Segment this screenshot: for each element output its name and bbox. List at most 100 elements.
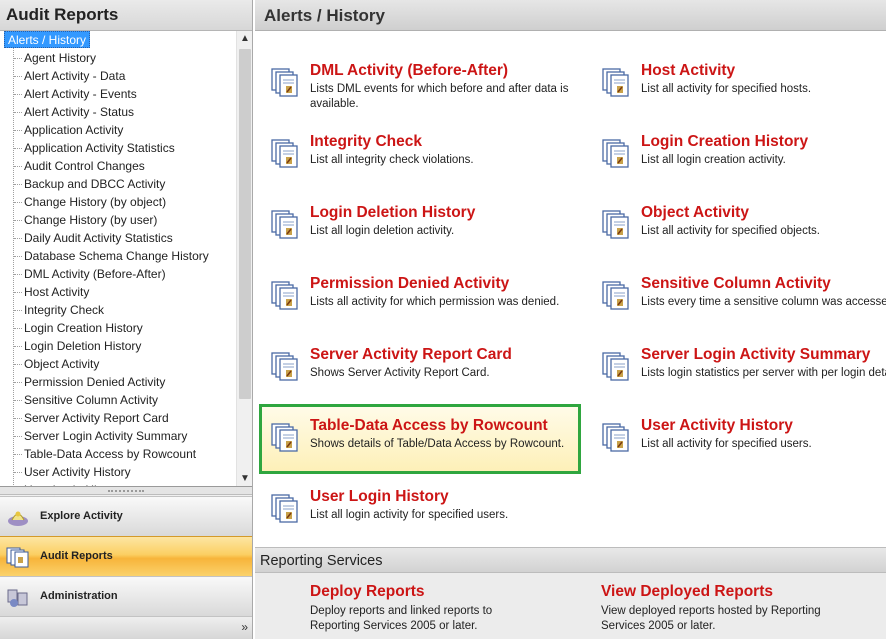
report-icon[interactable] — [270, 280, 302, 312]
tree-item[interactable]: Server Activity Report Card — [24, 409, 169, 427]
report-icon[interactable] — [270, 351, 302, 383]
report-title[interactable]: User Activity History — [641, 417, 793, 435]
tree-item[interactable]: User Activity History — [24, 463, 131, 481]
report-entry[interactable]: Host Activity List all activity for speci… — [586, 62, 886, 126]
report-description: List all login deletion activity. — [310, 225, 455, 237]
report-icon[interactable] — [601, 209, 633, 241]
tree-item[interactable]: Application Activity Statistics — [24, 139, 175, 157]
report-title[interactable]: Integrity Check — [310, 133, 422, 151]
tree-item[interactable]: Change History (by object) — [24, 193, 166, 211]
nav-administration[interactable]: Administration — [0, 576, 252, 616]
report-entry[interactable]: DML Activity (Before-After) Lists DML eve… — [255, 62, 568, 126]
report-entry[interactable]: Server Activity Report Card Shows Server … — [255, 346, 565, 410]
report-icon[interactable] — [270, 422, 302, 454]
tree-item[interactable]: Sensitive Column Activity — [24, 391, 158, 409]
report-entry[interactable]: Object Activity List all activity for spe… — [586, 204, 886, 268]
report-title[interactable]: Host Activity — [641, 62, 735, 80]
report-entry[interactable]: User Activity History List all activity f… — [586, 417, 886, 481]
report-title[interactable]: Login Creation History — [641, 133, 808, 151]
tree-root-item[interactable]: Alerts / History — [4, 31, 91, 48]
tree-item[interactable]: Object Activity — [24, 355, 99, 373]
tree-item[interactable]: Change History (by user) — [24, 211, 157, 229]
tree-connector — [14, 364, 22, 365]
tree-item[interactable]: Database Schema Change History — [24, 247, 209, 265]
chevron-double-down-icon[interactable]: » — [241, 620, 248, 634]
report-title[interactable]: Object Activity — [641, 204, 749, 222]
tree-item[interactable]: Login Deletion History — [24, 337, 141, 355]
tree-item[interactable]: Daily Audit Activity Statistics — [24, 229, 173, 247]
report-entry[interactable]: Sensitive Column Activity Lists every tim… — [586, 275, 886, 339]
report-description: List all activity for specified objects. — [641, 225, 820, 237]
tree-connector — [14, 418, 22, 419]
tree-item[interactable]: Agent History — [24, 49, 96, 67]
report-title[interactable]: Sensitive Column Activity — [641, 275, 831, 293]
report-entry[interactable]: Login Creation History List all login cre… — [586, 133, 886, 197]
deploy-reports-title[interactable]: Deploy Reports — [310, 583, 530, 601]
report-icon[interactable] — [270, 209, 302, 241]
nav-explore-activity[interactable]: Explore Activity — [0, 496, 252, 536]
tree-item[interactable]: Alert Activity - Status — [24, 103, 134, 121]
tree-connector — [13, 48, 14, 486]
report-title[interactable]: Permission Denied Activity — [310, 275, 509, 293]
report-title[interactable]: Server Login Activity Summary — [641, 346, 870, 364]
tree-item[interactable]: Alert Activity - Data — [24, 67, 125, 85]
report-icon[interactable] — [270, 67, 302, 99]
nav-audit-label: Audit Reports — [40, 550, 113, 562]
tree-item[interactable]: Alert Activity - Events — [24, 85, 137, 103]
tree-connector — [14, 76, 22, 77]
tree-item[interactable]: Host Activity — [24, 283, 89, 301]
tree-item[interactable]: Application Activity — [24, 121, 123, 139]
tree-connector — [14, 130, 22, 131]
report-title[interactable]: Server Activity Report Card — [310, 346, 512, 364]
report-title[interactable]: DML Activity (Before-After) — [310, 62, 508, 80]
report-title[interactable]: Login Deletion History — [310, 204, 475, 222]
tree-connector — [14, 310, 22, 311]
report-entry[interactable]: Permission Denied Activity Lists all acti… — [255, 275, 565, 339]
view-deployed-reports-title[interactable]: View Deployed Reports — [601, 583, 821, 601]
reports-icon — [6, 547, 29, 568]
report-title[interactable]: User Login History — [310, 488, 449, 506]
report-title[interactable]: Table-Data Access by Rowcount — [310, 417, 548, 435]
explore-icon — [8, 511, 28, 526]
report-icon[interactable] — [270, 493, 302, 525]
tree-item[interactable]: Table-Data Access by Rowcount — [24, 445, 196, 463]
nav-explore-label: Explore Activity — [40, 510, 123, 522]
scroll-thumb[interactable] — [239, 49, 251, 399]
report-icon[interactable] — [601, 422, 633, 454]
report-entry[interactable]: Server Login Activity Summary Lists login… — [586, 346, 886, 410]
tree-connector — [14, 472, 22, 473]
report-icon[interactable] — [601, 67, 633, 99]
tree-item[interactable]: DML Activity (Before-After) — [24, 265, 166, 283]
scroll-up-icon[interactable]: ▲ — [237, 31, 252, 47]
report-icon[interactable] — [601, 280, 633, 312]
tree-scrollbar[interactable]: ▲ ▼ — [236, 31, 252, 486]
view-deployed-reports-link[interactable]: View Deployed Reports View deployed repo… — [601, 583, 821, 634]
report-description: List all integrity check violations. — [310, 154, 474, 166]
nav-audit-reports[interactable]: Audit Reports — [0, 536, 252, 576]
tree-item[interactable]: Integrity Check — [24, 301, 104, 319]
tree-item[interactable]: Backup and DBCC Activity — [24, 175, 165, 193]
report-entry[interactable]: User Login History List all login activit… — [255, 488, 565, 552]
left-panel-title: Audit Reports — [0, 0, 252, 31]
report-entry[interactable]: Integrity Check List all integrity check … — [255, 133, 565, 197]
page-title: Alerts / History — [255, 0, 886, 31]
tree-item[interactable]: Server Login Activity Summary — [24, 427, 187, 445]
report-icon[interactable] — [601, 351, 633, 383]
report-icon[interactable] — [270, 138, 302, 170]
report-description: Lists login statistics per server with p… — [641, 367, 886, 379]
report-entry[interactable]: Table-Data Access by Rowcount Shows detai… — [255, 417, 565, 481]
scroll-down-icon[interactable]: ▼ — [237, 471, 252, 486]
deploy-reports-link[interactable]: Deploy Reports Deploy reports and linked… — [310, 583, 530, 634]
report-entry[interactable]: Login Deletion History List all login del… — [255, 204, 565, 268]
tree-item[interactable]: Permission Denied Activity — [24, 373, 165, 391]
report-description: Lists every time a sensitive column was … — [641, 296, 886, 308]
tree-connector — [14, 58, 22, 59]
panel-splitter[interactable] — [0, 487, 252, 495]
report-icon[interactable] — [601, 138, 633, 170]
report-tree[interactable]: Alerts / History Agent History Alert Acti… — [0, 31, 252, 487]
administration-icon — [7, 589, 28, 607]
view-deployed-reports-desc: View deployed reports hosted by Reportin… — [601, 605, 821, 632]
tree-item[interactable]: Audit Control Changes — [24, 157, 145, 175]
nav-overflow-bar[interactable]: » — [0, 616, 252, 639]
tree-item[interactable]: Login Creation History — [24, 319, 143, 337]
